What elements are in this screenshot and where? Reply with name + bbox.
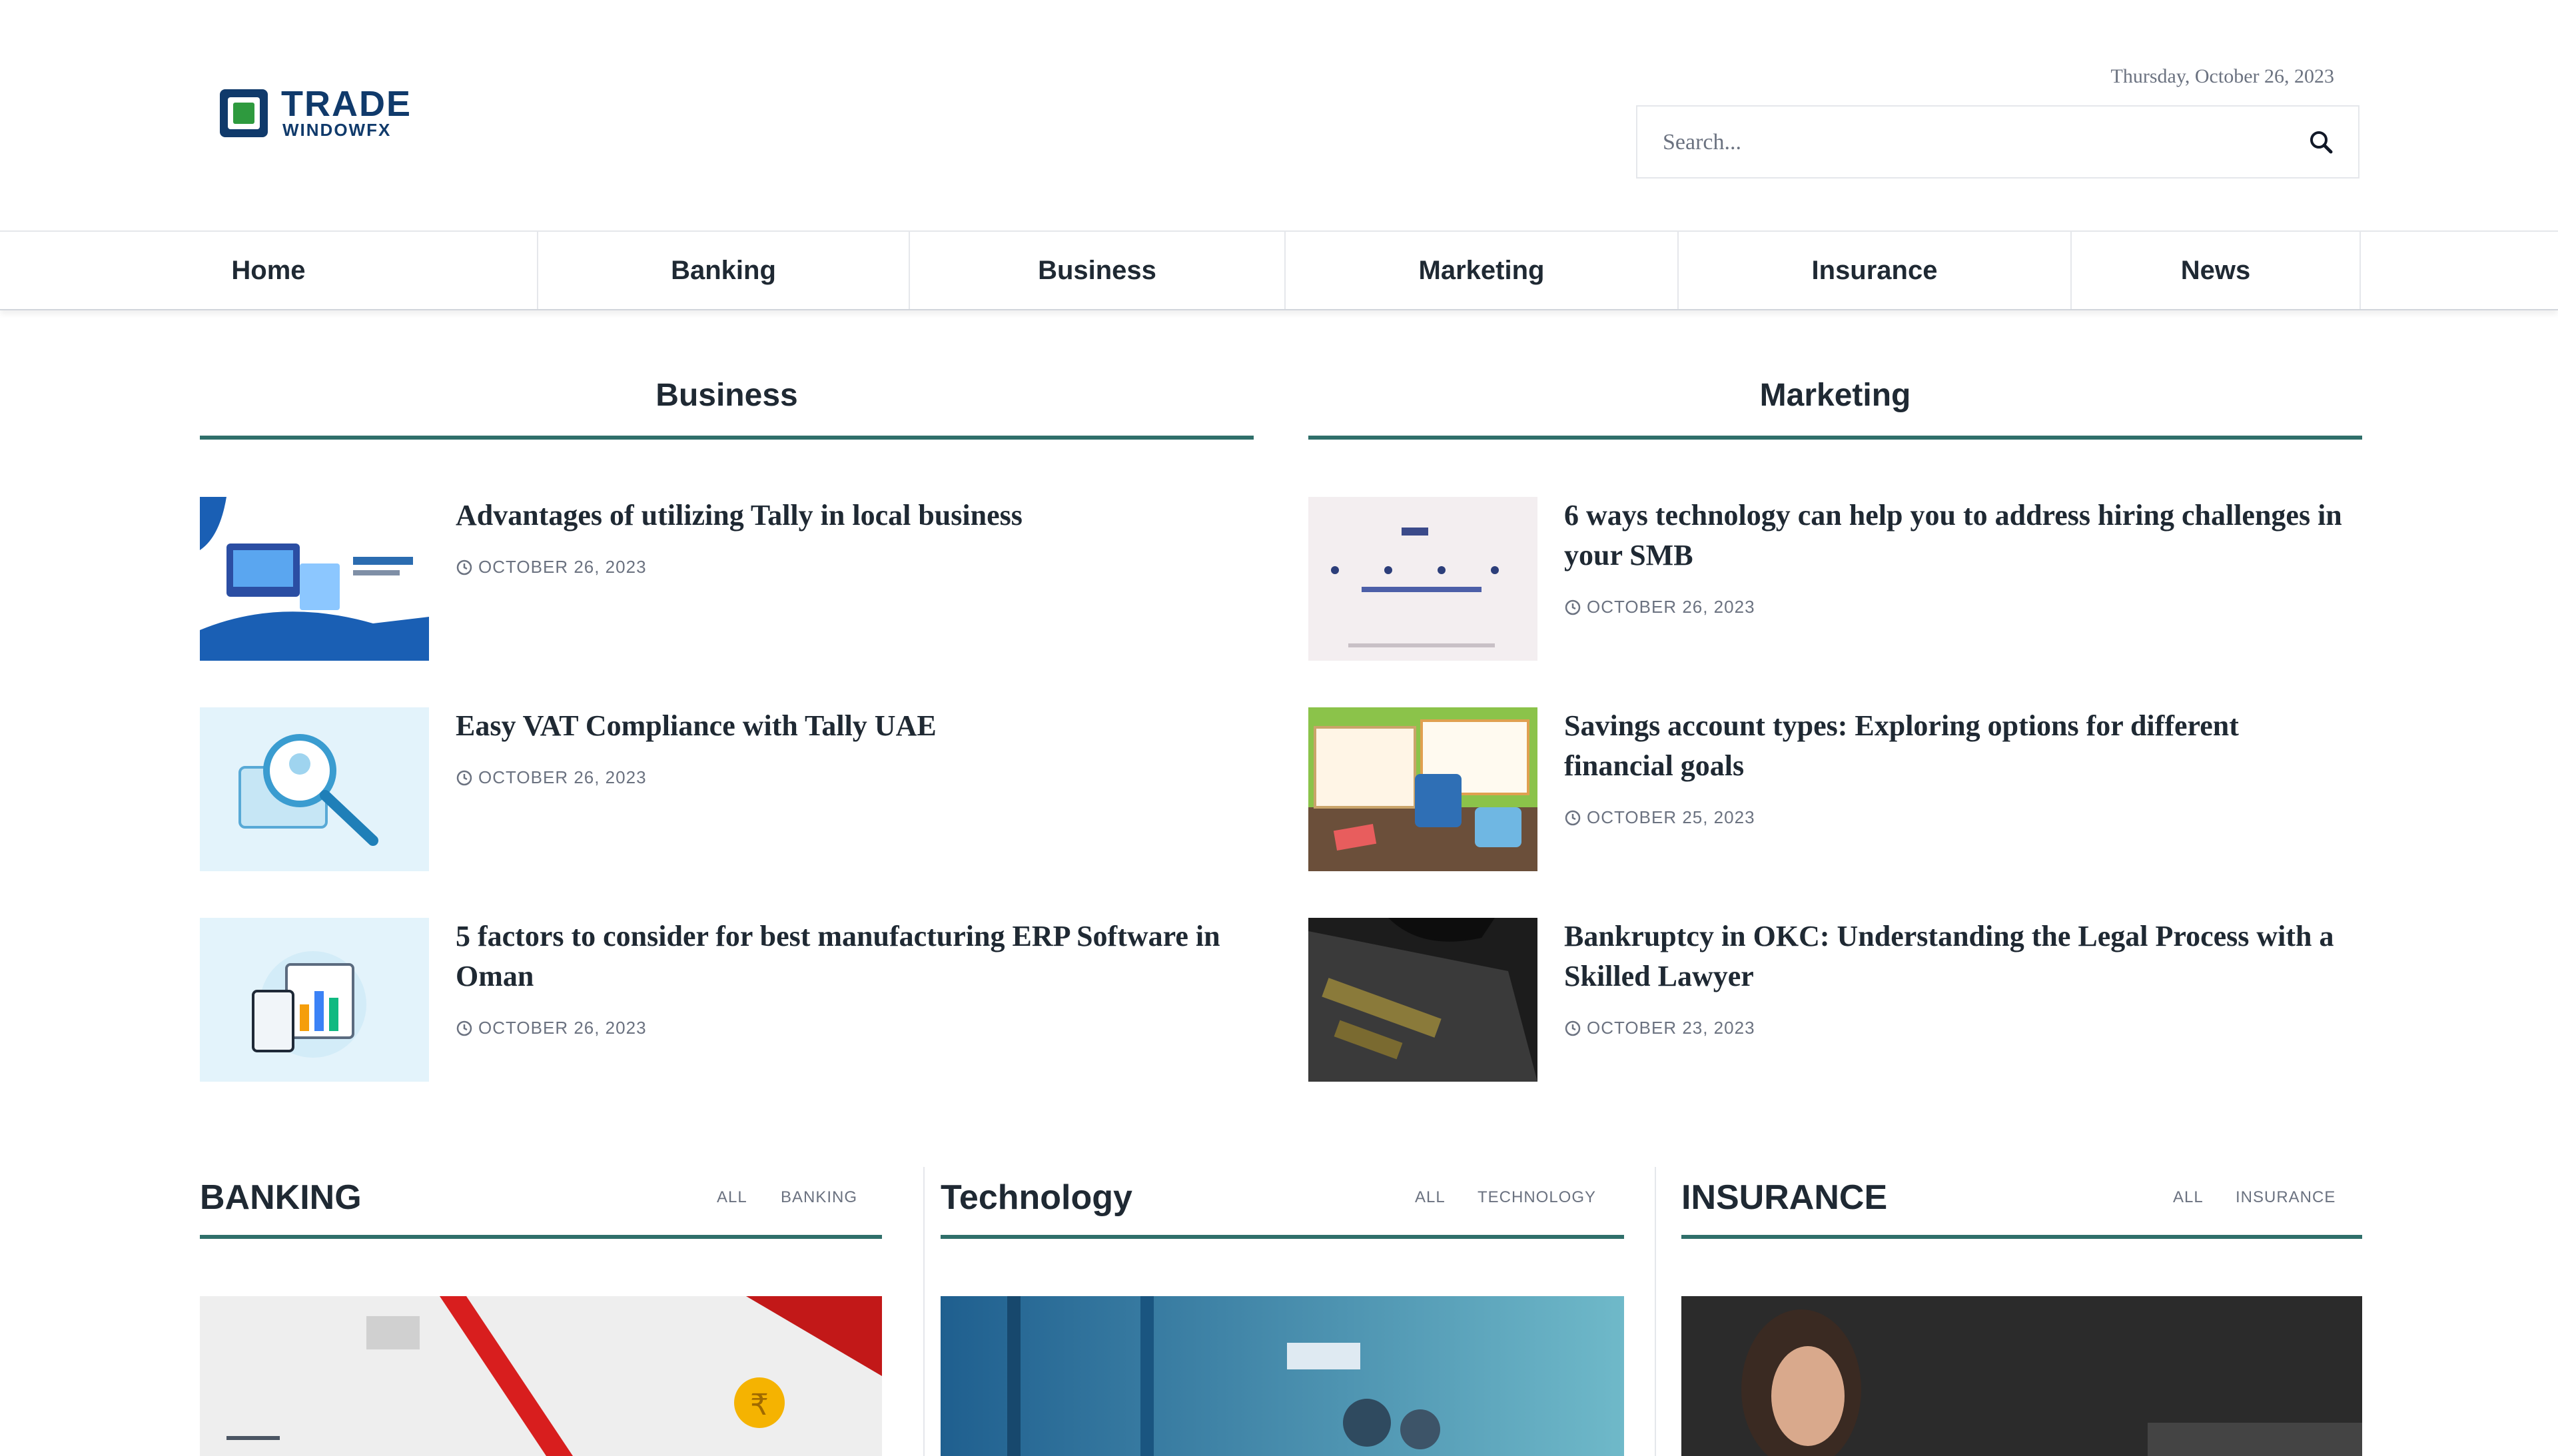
nav-item-business[interactable]: Business <box>910 232 1286 309</box>
clock-icon <box>1565 810 1581 825</box>
nav-item-banking[interactable]: Banking <box>538 232 910 309</box>
column-divider <box>1655 1167 1656 1456</box>
category-tab-technology[interactable]: TECHNOLOGY <box>1478 1188 1596 1207</box>
logo-text-bottom: WINDOWFX <box>282 120 392 140</box>
main-nav: Home Banking Business Marketing Insuranc… <box>0 230 2558 310</box>
section-underline <box>1681 1235 2362 1239</box>
article-date-text: OCTOBER 23, 2023 <box>1587 1018 1755 1038</box>
article-title[interactable]: Bankruptcy in OKC: Understanding the Leg… <box>1564 916 2350 996</box>
article-title[interactable]: 5 factors to consider for best manufactu… <box>456 916 1242 996</box>
category-image[interactable]: ₹ <box>200 1296 882 1456</box>
section-underline <box>200 1235 882 1239</box>
article-title[interactable]: 6 ways technology can help you to addres… <box>1564 496 2350 575</box>
category-tab-banking[interactable]: BANKING <box>781 1188 857 1207</box>
category-tab-all[interactable]: ALL <box>717 1188 747 1207</box>
article-date: OCTOBER 26, 2023 <box>456 1018 647 1038</box>
category-image[interactable] <box>941 1296 1624 1456</box>
article-date-text: OCTOBER 26, 2023 <box>478 557 647 577</box>
category-title-insurance: INSURANCE <box>1681 1178 1888 1217</box>
clock-icon <box>456 770 472 785</box>
article-thumbnail[interactable] <box>1308 918 1537 1082</box>
section-title-marketing: Marketing <box>1759 378 1911 413</box>
section-underline <box>1308 436 2362 440</box>
section-title-business: Business <box>655 378 798 413</box>
search-box <box>1636 105 2359 179</box>
clock-icon <box>456 559 472 575</box>
clock-icon <box>456 1020 472 1036</box>
article-date: OCTOBER 23, 2023 <box>1564 1018 1755 1038</box>
nav-item-marketing[interactable]: Marketing <box>1286 232 1679 309</box>
category-tab-all[interactable]: ALL <box>2173 1188 2204 1207</box>
category-tab-all[interactable]: ALL <box>1415 1188 1446 1207</box>
header-date: Thursday, October 26, 2023 <box>2110 65 2334 87</box>
search-input[interactable] <box>1661 107 2264 179</box>
site-logo[interactable]: TRADE WINDOWFX <box>218 85 432 144</box>
article-thumbnail[interactable] <box>1308 707 1537 871</box>
section-underline <box>200 436 1254 440</box>
logo-mark-icon <box>220 89 268 137</box>
article-thumbnail[interactable] <box>1308 497 1537 661</box>
search-icon[interactable] <box>2308 129 2334 155</box>
article-date: OCTOBER 26, 2023 <box>456 557 647 577</box>
category-title-banking: BANKING <box>200 1178 362 1217</box>
section-underline <box>941 1235 1624 1239</box>
article-thumbnail[interactable] <box>200 918 429 1082</box>
article-date: OCTOBER 26, 2023 <box>1564 597 1755 617</box>
article-title[interactable]: Easy VAT Compliance with Tally UAE <box>456 706 1242 746</box>
column-divider <box>923 1167 925 1456</box>
article-date-text: OCTOBER 26, 2023 <box>478 1018 647 1038</box>
logo-text-top: TRADE <box>281 84 412 124</box>
svg-text:₹: ₹ <box>750 1388 769 1422</box>
nav-item-home[interactable]: Home <box>0 232 538 309</box>
article-title[interactable]: Advantages of utilizing Tally in local b… <box>456 496 1242 536</box>
category-image[interactable] <box>1681 1296 2362 1456</box>
article-date-text: OCTOBER 25, 2023 <box>1587 807 1755 827</box>
clock-icon <box>1565 1020 1581 1036</box>
category-tab-insurance[interactable]: INSURANCE <box>2236 1188 2336 1207</box>
article-thumbnail[interactable] <box>200 497 429 661</box>
article-date: OCTOBER 26, 2023 <box>456 767 647 788</box>
article-date-text: OCTOBER 26, 2023 <box>478 767 647 787</box>
article-date: OCTOBER 25, 2023 <box>1564 807 1755 828</box>
article-thumbnail[interactable] <box>200 707 429 871</box>
article-date-text: OCTOBER 26, 2023 <box>1587 597 1755 617</box>
category-title-technology: Technology <box>941 1178 1132 1217</box>
clock-icon <box>1565 599 1581 615</box>
nav-item-news[interactable]: News <box>2072 232 2361 309</box>
article-title[interactable]: Savings account types: Exploring options… <box>1564 706 2350 786</box>
nav-item-insurance[interactable]: Insurance <box>1679 232 2072 309</box>
